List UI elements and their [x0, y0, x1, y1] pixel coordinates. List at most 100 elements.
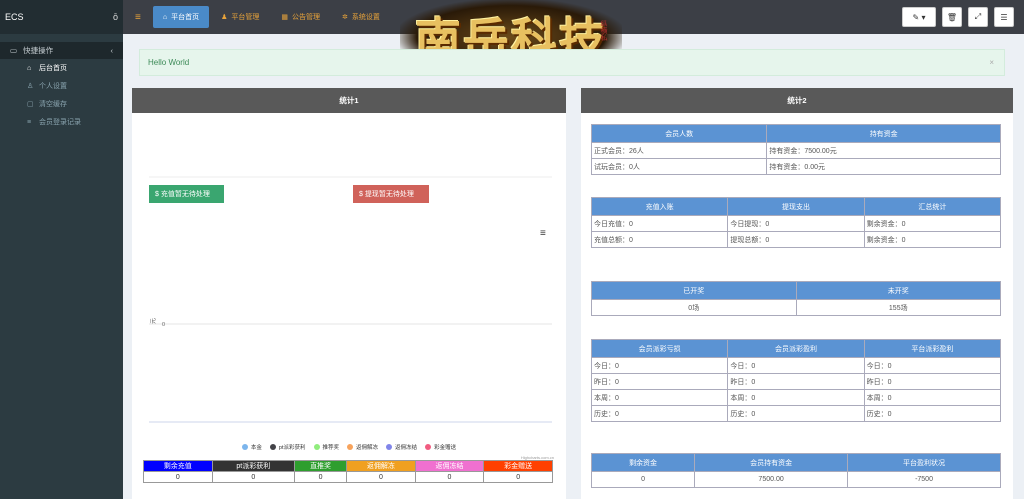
sidebar-item-clear-cache[interactable]: ▢ 清空缓存: [0, 95, 123, 113]
column-header: 会员人数: [590, 124, 768, 143]
table-header-row: 会员人数 持有资金: [590, 124, 1001, 143]
legend-dot: [425, 444, 432, 450]
draw-status-table: 已开奖 未开奖 0场 155场: [591, 281, 1001, 316]
list-icon: ≡: [27, 118, 32, 126]
menu-toggle-icon[interactable]: ≡: [123, 12, 153, 23]
fullscreen-button[interactable]: ⤢: [968, 7, 988, 27]
column-header: 会员派彩亏损: [590, 339, 729, 358]
brush-icon: ✎ ▾: [912, 12, 926, 22]
legend-item[interactable]: 推荐奖: [313, 443, 340, 451]
tab-platform-home[interactable]: ⌂ 平台首页: [152, 6, 210, 28]
user-icon: ♟: [221, 14, 228, 21]
payout-table: 会员派彩亏损 会员派彩盈利 平台派彩盈利 今日：0 今日：0 今日：0 昨日：0 昨日：0 昨日…: [590, 339, 1002, 422]
table-row: 充值总额：0 提现总额：0 剩余资金：0: [590, 231, 1002, 248]
legend-dot: [347, 444, 354, 450]
chart-legend: 本金 pt派彩获利 推荐奖 返佣解冻 返佣冻结 彩金赠送: [132, 443, 566, 451]
tab-system-settings[interactable]: ✲ 系统设置: [332, 6, 390, 28]
table-cell: 今日：0: [727, 357, 865, 374]
legend-item[interactable]: 返佣解冻: [347, 443, 378, 451]
table-cell: 今日：0: [863, 357, 1002, 374]
column-header: 平台盈利状况: [847, 453, 1001, 472]
table-cell: 本周：0: [590, 389, 729, 406]
legend-label: 返佣解冻: [356, 445, 379, 451]
sidebar-item-profile[interactable]: ♙ 个人设置: [0, 77, 123, 95]
summary-value: 0: [483, 471, 553, 483]
recharge-pending-button[interactable]: $ 充值暂无待处理: [149, 185, 224, 203]
legend-item[interactable]: 本金: [241, 443, 262, 451]
theme-button[interactable]: ✎ ▾: [902, 7, 936, 27]
panel-title: 统计2: [581, 88, 1013, 113]
close-icon[interactable]: ×: [989, 58, 994, 67]
alert-message: Hello World ×: [139, 49, 1005, 76]
legend-label: 彩金赠送: [434, 445, 457, 451]
chart-menu-icon[interactable]: ≡: [540, 228, 546, 239]
sidebar-item-home[interactable]: ⌂ 后台首页: [0, 59, 123, 77]
summary-header: pt派彩获利: [211, 460, 296, 472]
legend-dot: [313, 444, 320, 450]
column-header: 未开奖: [795, 281, 1001, 300]
table-cell: 剩余资金：0: [863, 215, 1002, 232]
legend-item[interactable]: 彩金赠送: [425, 443, 456, 451]
table-cell: 提现总额：0: [727, 231, 865, 248]
summary-header: 直推奖: [294, 460, 348, 472]
table-row: 今日充值：0 今日提现：0 剩余资金：0: [590, 215, 1002, 232]
table-row: 历史：0 历史：0 历史：0: [590, 405, 1002, 422]
column-header: 提现支出: [727, 197, 865, 216]
column-header: 充值入账: [590, 197, 729, 216]
legend-item[interactable]: pt派彩获利: [269, 443, 306, 451]
summary-header: 彩金赠送: [483, 460, 553, 472]
tab-platform-manage[interactable]: ♟ 平台管理: [211, 6, 269, 28]
column-header: 已开奖: [591, 281, 797, 300]
delete-button[interactable]: 🗑: [942, 7, 962, 27]
table-cell: 持有资金：7500.00元: [766, 142, 1001, 159]
table-cell: 持有资金：0.00元: [766, 158, 1001, 175]
logo[interactable]: ECS: [5, 12, 113, 22]
toolbar: ✎ ▾ 🗑 ⤢ ☰: [896, 7, 1014, 27]
expand-icon: ⤢: [974, 12, 982, 21]
legend-label: 推荐奖: [322, 445, 340, 451]
table-cell: 本周：0: [863, 389, 1002, 406]
summary-header: 返佣解冻: [346, 460, 416, 472]
table-cell: 0场: [591, 299, 797, 316]
withdraw-pending-button[interactable]: $ 提现暂无待处理: [353, 185, 429, 203]
member-count-table: 会员人数 持有资金 正式会员：26人 持有资金：7500.00元 试玩会员：0人 持有资金…: [590, 124, 1001, 175]
table-cell: 0: [590, 471, 696, 488]
sidebar-section-quick[interactable]: ▭ 快捷操作 ‹: [0, 42, 123, 59]
summary-header: 返佣冻结: [414, 460, 485, 472]
table-cell: 历史：0: [727, 405, 865, 422]
cash-flow-table: 充值入账 提现支出 汇总统计 今日充值：0 今日提现：0 剩余资金：0 充值总额：0 提现总额…: [590, 197, 1002, 248]
y-axis-label: 元: [150, 318, 157, 324]
table-cell: 历史：0: [863, 405, 1002, 422]
power-icon[interactable]: ō: [113, 12, 118, 22]
table-cell: 昨日：0: [590, 373, 729, 390]
banner-seal: 纵横私: [600, 20, 607, 41]
legend-dot: [241, 444, 248, 450]
chevron-icon: ‹: [110, 46, 114, 55]
column-header: 平台派彩盈利: [863, 339, 1002, 358]
legend-item[interactable]: 返佣冻结: [386, 443, 417, 451]
summary-header: 剩余充值: [143, 460, 213, 472]
tab-notice-manage[interactable]: ▦ 公告管理: [271, 6, 330, 28]
column-header: 会员派彩盈利: [727, 339, 865, 358]
balance-table: 剩余资金 会员持有资金 平台盈利状况 0 7500.00 -7500: [590, 453, 1001, 488]
table-cell: 昨日：0: [863, 373, 1002, 390]
legend-dot: [386, 444, 393, 450]
table-cell: 正式会员：26人: [590, 142, 768, 159]
settings-button[interactable]: ☰: [994, 7, 1014, 27]
logo-bar: ECS ō: [0, 0, 123, 34]
y-tick-label: 0: [162, 322, 165, 328]
summary-value: 0: [143, 471, 213, 483]
summary-table: 剩余充值 pt派彩获利 直推奖 返佣解冻 返佣冻结 彩金赠送 000000: [143, 460, 553, 483]
trash-icon: 🗑: [946, 12, 958, 22]
sidebar: ECS ō ▭ 快捷操作 ‹ ⌂ 后台首页 ♙ 个人设置 ▢ 清空缓存 ≡ 会员登录记录: [0, 0, 123, 499]
calendar-icon: ▦: [281, 14, 288, 21]
column-header: 汇总统计: [863, 197, 1002, 216]
sidebar-item-login-log[interactable]: ≡ 会员登录记录: [0, 113, 123, 131]
table-cell: 今日：0: [590, 357, 729, 374]
table-cell: 155场: [795, 299, 1001, 316]
table-row: 试玩会员：0人 持有资金：0.00元: [590, 158, 1001, 175]
legend-dot: [269, 444, 276, 450]
table-cell: 7500.00: [694, 471, 849, 488]
legend-label: pt派彩获利: [278, 445, 306, 451]
panel-stats-1: 统计1 元 0 $ 充值暂无待处理 $ 提现暂无待处理 ≡ 本金 pt派彩获利 推荐…: [132, 88, 566, 499]
